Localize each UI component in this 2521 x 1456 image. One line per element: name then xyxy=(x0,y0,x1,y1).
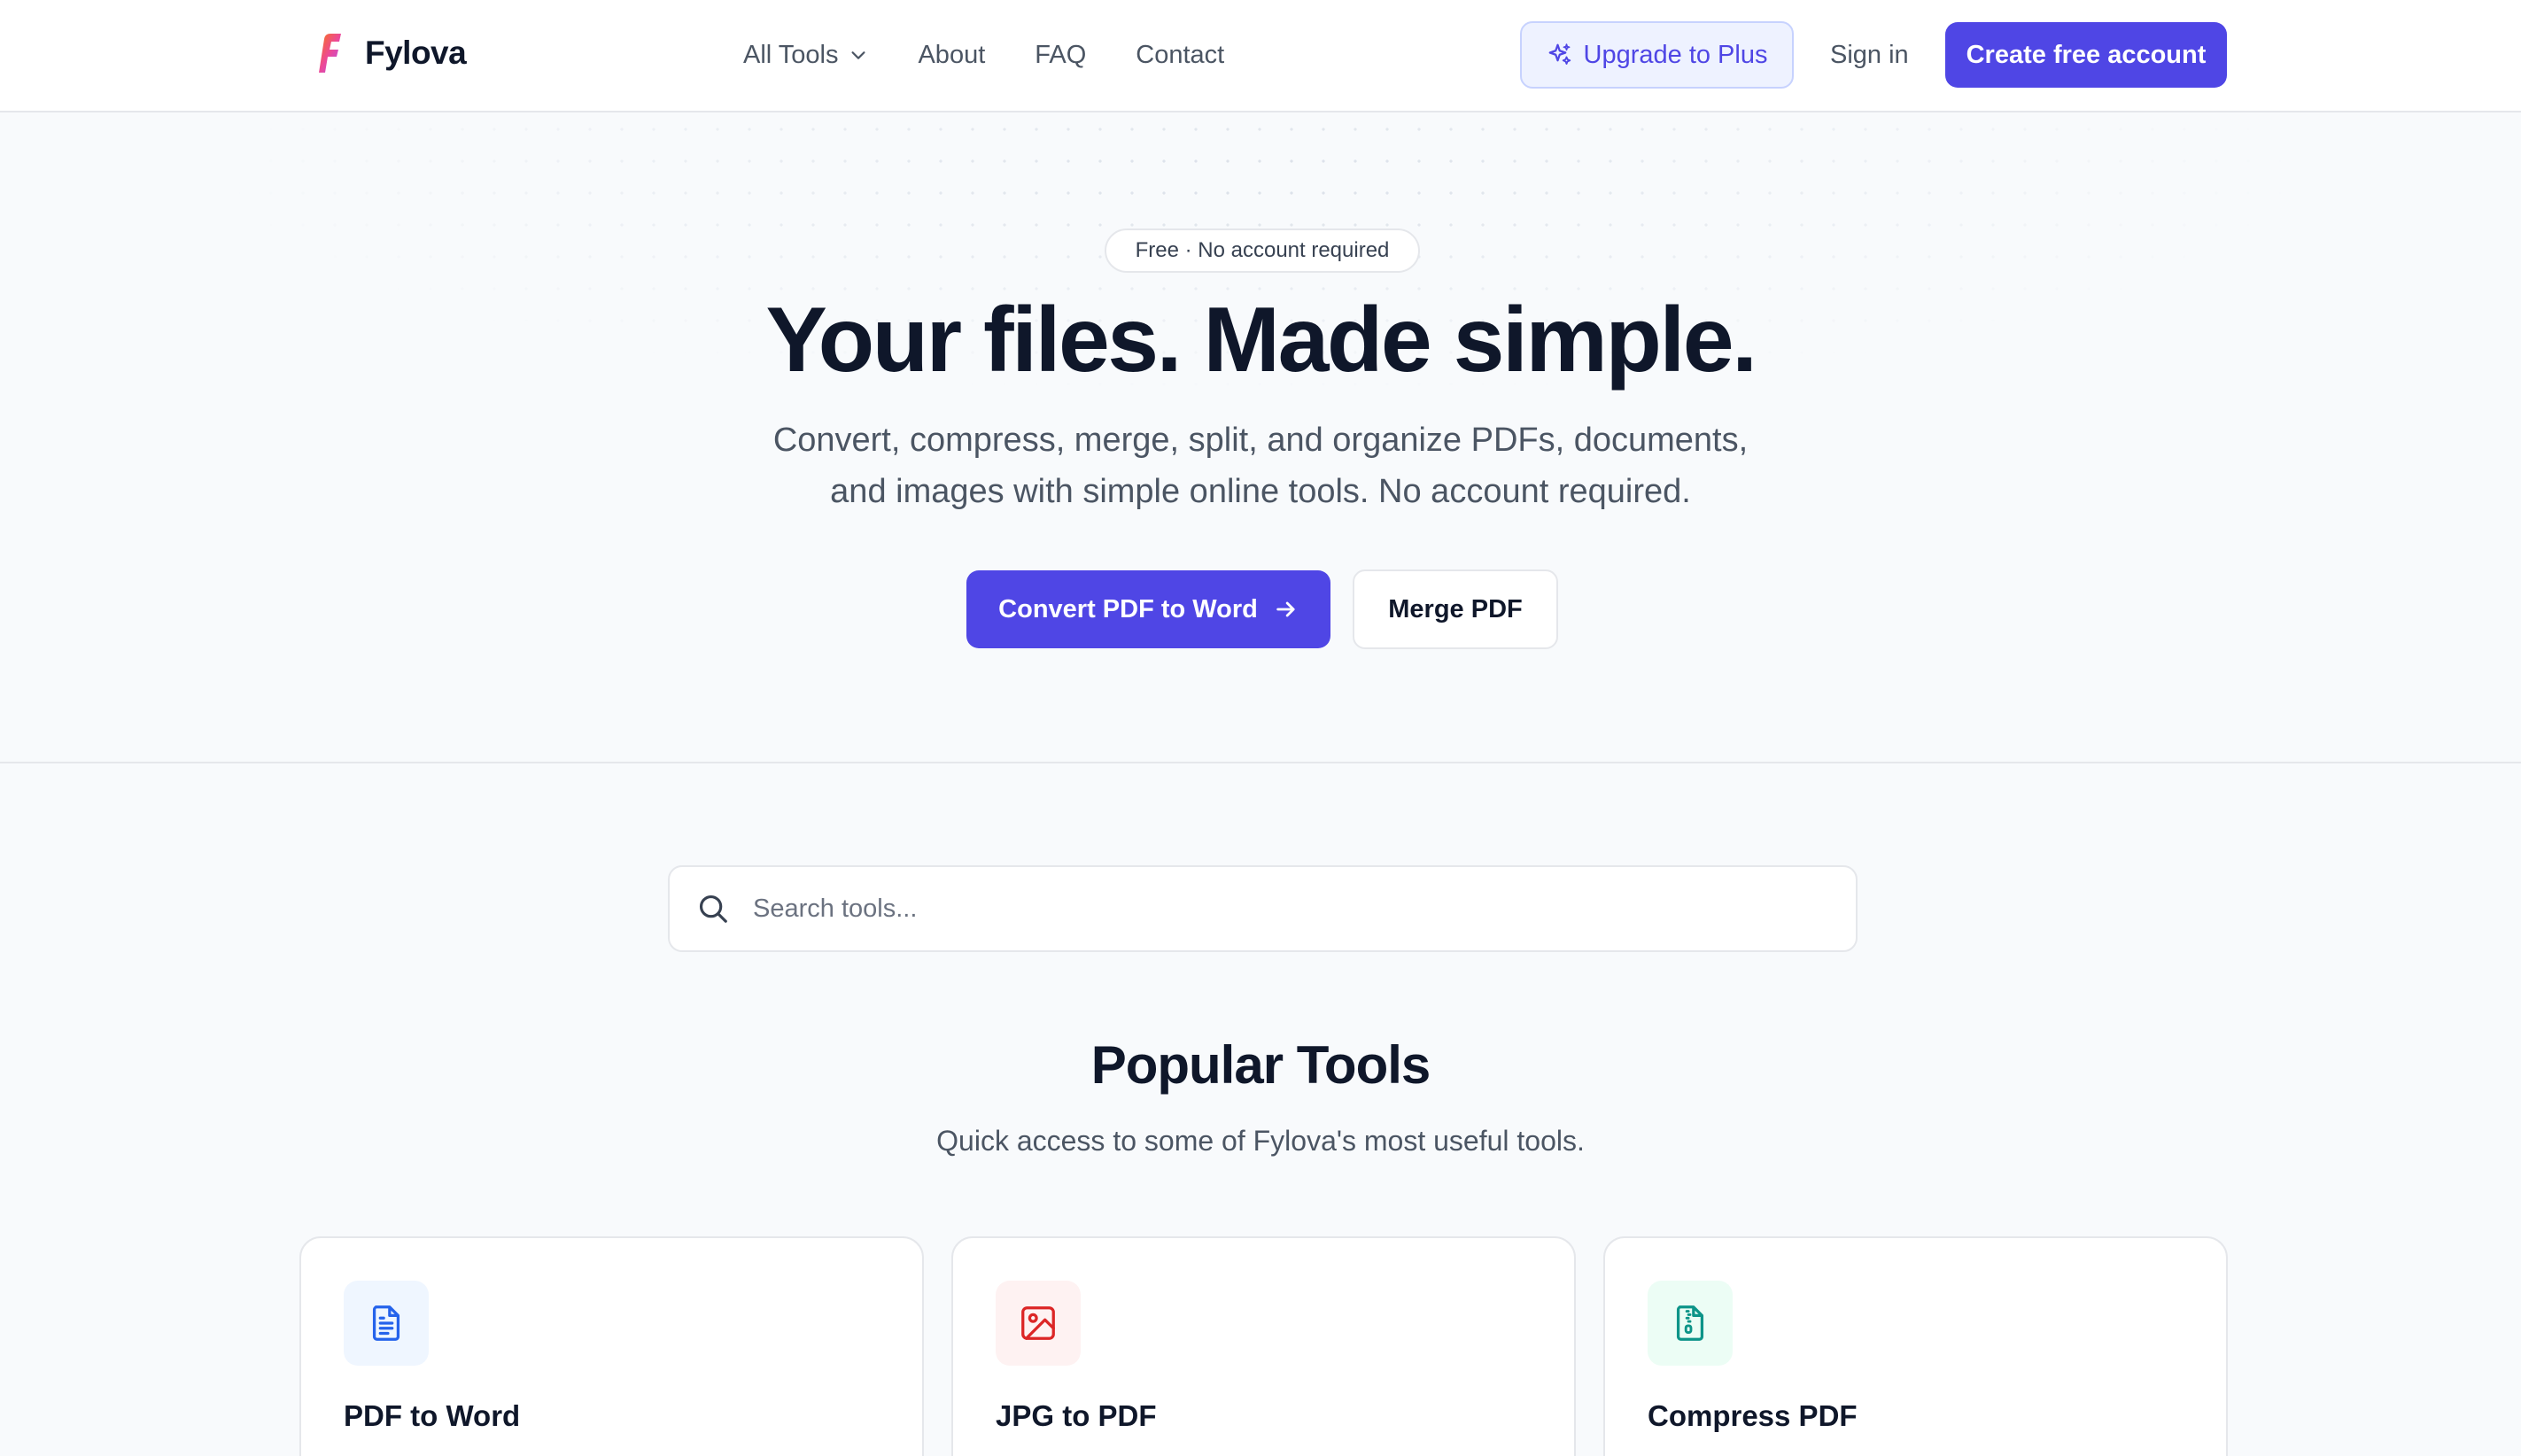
tool-search-bar[interactable] xyxy=(668,865,1858,952)
main-nav: All Tools About FAQ Contact xyxy=(743,35,1224,74)
nav-item-about[interactable]: About xyxy=(918,41,985,70)
search-input[interactable] xyxy=(753,882,1816,935)
tool-card-compress-pdf[interactable]: Compress PDF xyxy=(1603,1236,2228,1456)
chevron-down-icon xyxy=(851,51,865,59)
tool-card-pdf-to-word[interactable]: PDF to Word xyxy=(299,1236,924,1456)
nav-item-label: Contact xyxy=(1136,40,1225,69)
popular-tools-subtitle: Quick access to some of Fylova's most us… xyxy=(936,1125,1585,1157)
primary-cta-label: Convert PDF to Word xyxy=(998,594,1258,623)
hero-badge-text: Free · No account required xyxy=(1135,238,1390,262)
tool-card-title: PDF to Word xyxy=(344,1399,521,1432)
hero-section: Free · No account required Your files. M… xyxy=(0,113,2521,763)
brand-name: Fylova xyxy=(365,35,467,71)
nav-item-all-tools[interactable]: All Tools xyxy=(743,41,868,70)
secondary-cta-label: Merge PDF xyxy=(1388,594,1523,623)
nav-item-label: About xyxy=(918,40,986,69)
sparkles-icon xyxy=(1548,43,1571,65)
tool-card-icon-wrap xyxy=(1648,1281,1733,1366)
hero-subtitle-line-2: and images with simple online tools. No … xyxy=(830,473,1691,510)
nav-item-contact[interactable]: Contact xyxy=(1136,41,1224,70)
sign-in-label: Sign in xyxy=(1830,40,1909,69)
upgrade-label: Upgrade to Plus xyxy=(1583,40,1768,69)
hero-badge: Free · No account required xyxy=(1105,228,1420,273)
sign-in-link[interactable]: Sign in xyxy=(1830,35,1909,74)
search-icon xyxy=(699,895,727,923)
file-archive-icon xyxy=(1676,1305,1704,1341)
popular-tools-title: Popular Tools xyxy=(1090,1035,1431,1095)
tool-card-icon-wrap xyxy=(344,1281,429,1366)
tool-card-title: JPG to PDF xyxy=(996,1399,1157,1432)
create-account-label: Create free account xyxy=(1966,40,2207,69)
brand-logo[interactable]: Fylova xyxy=(312,32,467,74)
upgrade-to-plus-button[interactable]: Upgrade to Plus xyxy=(1520,21,1794,89)
arrow-right-icon xyxy=(1276,601,1295,617)
merge-pdf-button[interactable]: Merge PDF xyxy=(1353,569,1558,649)
document-text-icon xyxy=(372,1305,400,1341)
hero-subtitle-line-1: Convert, compress, merge, split, and org… xyxy=(772,422,1749,459)
tool-card-title: Compress PDF xyxy=(1648,1399,1858,1432)
convert-pdf-to-word-button[interactable]: Convert PDF to Word xyxy=(966,570,1330,648)
nav-item-label: FAQ xyxy=(1035,40,1087,69)
hero-subtitle: Convert, compress, merge, split, and org… xyxy=(729,414,1792,517)
tool-card-jpg-to-pdf[interactable]: JPG to PDF xyxy=(951,1236,1576,1456)
nav-item-faq[interactable]: FAQ xyxy=(1035,41,1086,70)
fylova-logo-icon xyxy=(319,34,341,73)
create-account-button[interactable]: Create free account xyxy=(1945,22,2227,88)
image-icon xyxy=(1021,1306,1055,1340)
site-header: Fylova All Tools About FAQ Contact Upgra… xyxy=(0,0,2521,112)
tool-card-icon-wrap xyxy=(996,1281,1081,1366)
nav-item-label: All Tools xyxy=(743,40,839,69)
hero-title: Your files. Made simple. xyxy=(765,289,1757,391)
